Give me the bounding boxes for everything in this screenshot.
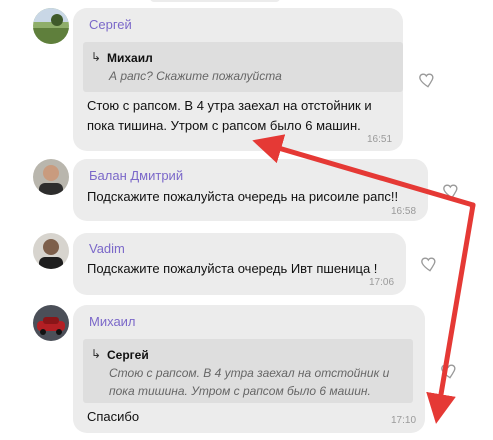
message-time: 17:10 (391, 415, 417, 426)
author-name[interactable]: Сергей (89, 17, 132, 32)
message-text-line: Стою с рапсом. В 4 утра заехал на отстой… (87, 98, 372, 113)
reply-text-line: пока тишина. Утром с рапсом было 6 машин… (109, 384, 371, 398)
avatar-photo-man-dark (33, 233, 69, 269)
message-text-line: пока тишина. Утром с рапсом было 6 машин… (87, 118, 361, 133)
reply-arrow-icon: ↳ (91, 50, 102, 64)
message-text-line: Подскажите пожалуйста очередь Ивт пшениц… (87, 261, 378, 276)
reply-arrow-icon: ↳ (91, 347, 102, 361)
heart-outline-icon[interactable] (442, 181, 462, 201)
annotation-arrow-to-reply (426, 202, 476, 424)
message-time: 16:51 (367, 134, 393, 145)
author-name[interactable]: Балан Дмитрий (89, 168, 183, 183)
author-name[interactable]: Михаил (89, 314, 136, 329)
message-text-line: Подскажите пожалуйста очередь на рисоиле… (87, 189, 399, 204)
author-name[interactable]: Vadim (89, 241, 125, 256)
heart-outline-icon[interactable] (420, 254, 440, 274)
avatar[interactable] (33, 305, 69, 341)
avatar-photo-man (33, 159, 69, 195)
message-time: 16:58 (391, 206, 417, 217)
message-bubble[interactable]: Балан Дмитрий Подскажите пожалуйста очер… (73, 159, 428, 221)
previous-message-edge (150, 0, 280, 2)
message-bubble[interactable]: Vadim Подскажите пожалуйста очередь Ивт … (73, 233, 406, 295)
reply-text-line: Стою с рапсом. В 4 утра заехал на отстой… (109, 366, 390, 380)
reply-author: Михаил (107, 51, 153, 65)
annotation-arrow-joint (469, 204, 476, 209)
heart-outline-icon[interactable] (440, 361, 460, 381)
message-text-line: Спасибо (87, 409, 140, 424)
reply-text: А рапс? Скажите пожалуйста (109, 69, 282, 83)
reply-quote[interactable]: ↳ Сергей Стою с рапсом. В 4 утра заехал … (83, 339, 413, 403)
message-bubble[interactable]: Сергей ↳ Михаил А рапс? Скажите пожалуйс… (73, 8, 403, 151)
avatar-photo-landscape (33, 8, 69, 44)
avatar[interactable] (33, 8, 69, 44)
reply-author: Сергей (107, 348, 149, 362)
avatar[interactable] (33, 159, 69, 195)
message-time: 17:06 (369, 277, 395, 288)
heart-outline-icon[interactable] (418, 70, 438, 90)
message-bubble[interactable]: Михаил ↳ Сергей Стою с рапсом. В 4 утра … (73, 305, 425, 433)
reply-quote[interactable]: ↳ Михаил А рапс? Скажите пожалуйста (83, 42, 403, 92)
avatar[interactable] (33, 233, 69, 269)
avatar-photo-car (33, 305, 69, 341)
